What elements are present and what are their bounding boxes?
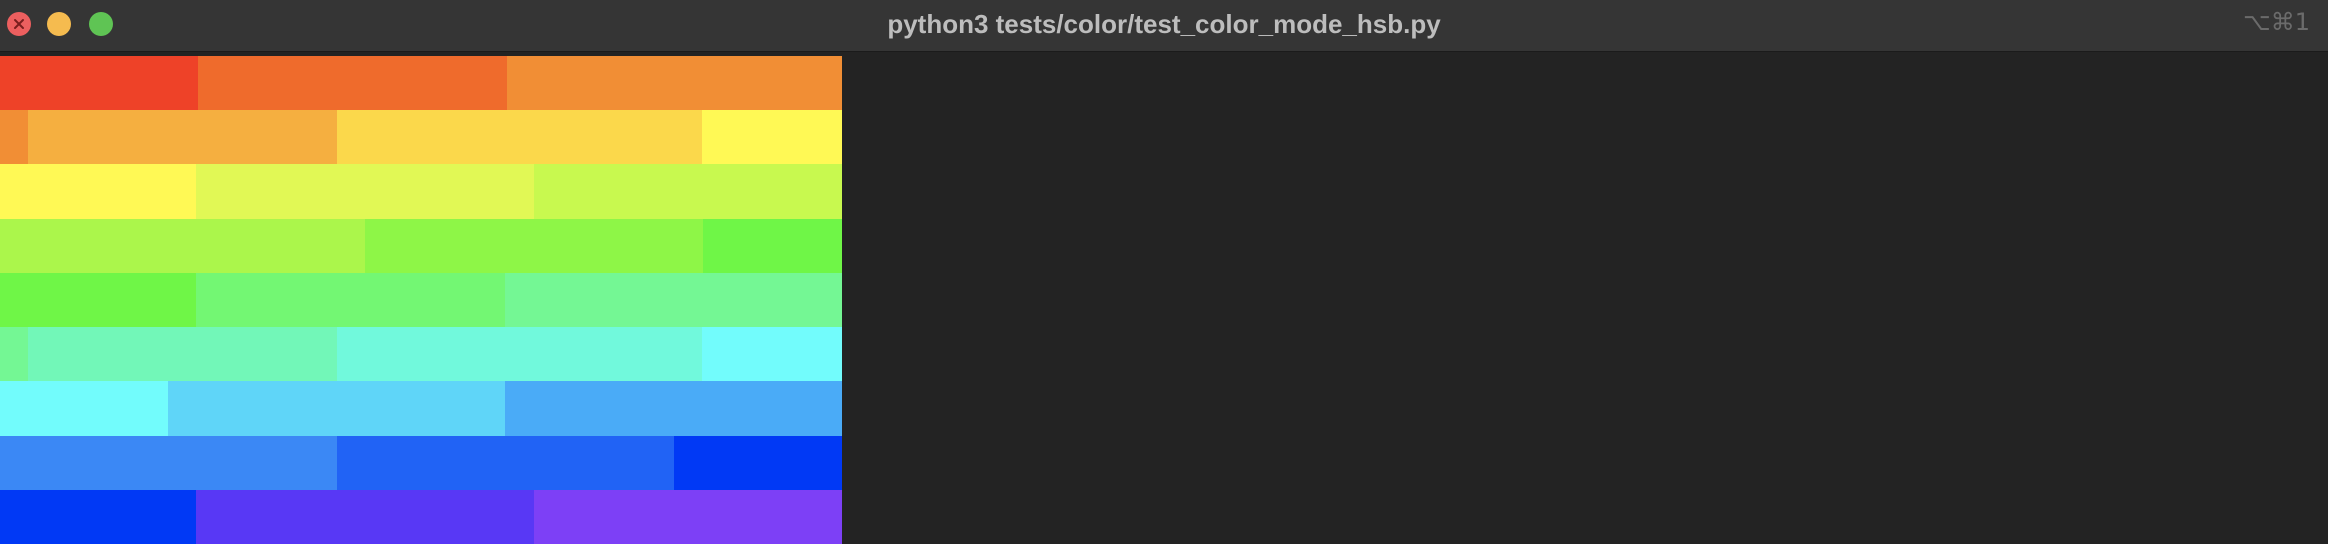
color-swatch	[0, 490, 196, 544]
color-swatch	[674, 436, 842, 490]
color-swatch	[507, 56, 842, 110]
color-swatch	[702, 327, 842, 381]
color-swatch	[28, 110, 337, 164]
color-swatch	[702, 110, 842, 164]
color-swatch	[196, 273, 505, 327]
color-swatch	[196, 490, 534, 544]
color-swatch	[0, 381, 168, 436]
color-swatch	[28, 327, 337, 381]
color-swatch	[0, 436, 337, 490]
title-bar: python3 tests/color/test_color_mode_hsb.…	[0, 0, 2328, 52]
color-swatch	[0, 56, 198, 110]
window-title: python3 tests/color/test_color_mode_hsb.…	[887, 9, 1441, 39]
color-swatch	[365, 219, 703, 273]
window-shortcut-label: ⌥⌘1	[2243, 8, 2310, 36]
color-swatch	[505, 273, 842, 327]
color-swatch	[337, 436, 674, 490]
color-swatch	[198, 56, 507, 110]
color-swatch	[0, 164, 196, 219]
color-swatch	[0, 327, 28, 381]
sketch-canvas	[0, 56, 842, 544]
color-swatch	[534, 490, 842, 544]
color-swatch	[534, 164, 842, 219]
color-swatch-grid	[0, 56, 842, 544]
color-swatch	[337, 327, 702, 381]
color-swatch	[505, 381, 842, 436]
color-swatch	[0, 219, 365, 273]
color-swatch	[0, 110, 28, 164]
color-swatch	[703, 219, 842, 273]
color-swatch	[168, 381, 505, 436]
color-swatch	[337, 110, 702, 164]
color-swatch	[196, 164, 534, 219]
color-swatch	[0, 273, 196, 327]
